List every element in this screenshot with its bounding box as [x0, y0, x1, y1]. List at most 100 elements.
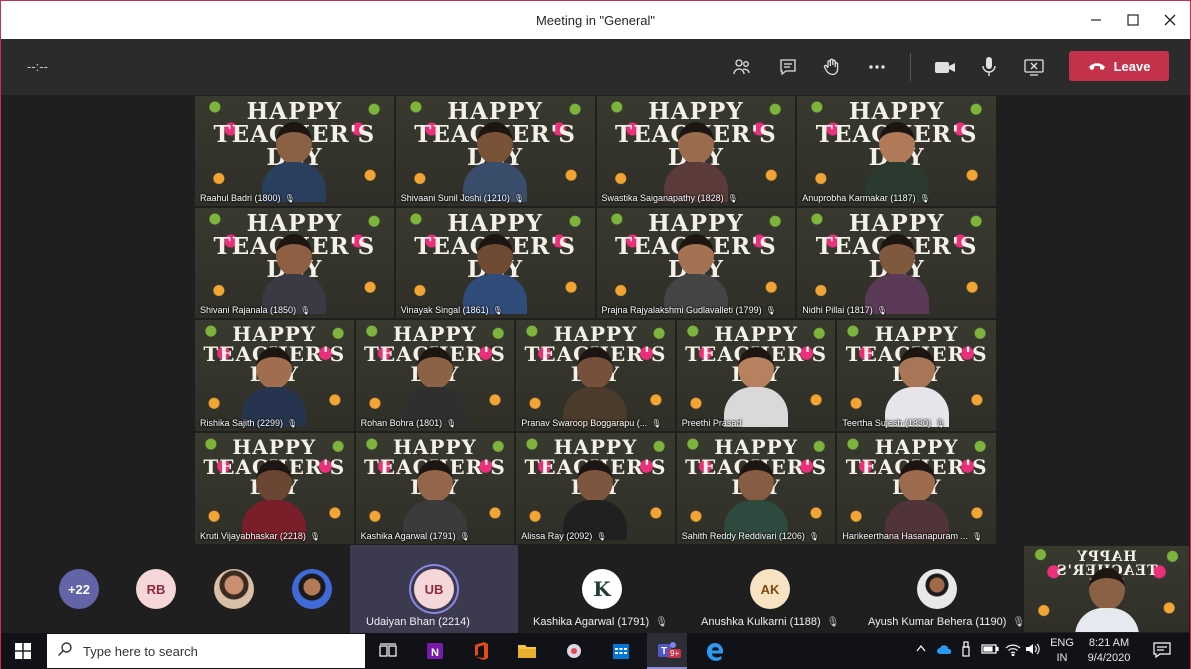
- participant-photo-1[interactable]: [214, 545, 254, 633]
- participant-strip: +22 RB UB Udaiyan Bhan (2214) K Kashika …: [1, 545, 1190, 633]
- participants-icon[interactable]: [726, 51, 758, 83]
- task-view-icon[interactable]: [368, 633, 408, 669]
- volume-icon[interactable]: [1025, 642, 1041, 659]
- participant-video-tile[interactable]: HAPPYTEACHER'SDAYKruti Vijayabhaskar (22…: [194, 432, 355, 545]
- participant-video-tile[interactable]: HAPPYTEACHER'SDAYNidhi Pillai (1817)🎙: [796, 207, 997, 319]
- participant-video-tile[interactable]: HAPPYTEACHER'SDAYAnuprobha Karmakar (118…: [796, 95, 997, 207]
- file-explorer-icon[interactable]: [507, 633, 547, 669]
- participant-video-tile[interactable]: HAPPYTEACHER'SDAYRohan Bohra (1801)🎙: [354, 319, 516, 432]
- participant-name-label: Kruti Vijayabhaskar (2218) 🎙: [200, 531, 320, 541]
- region-code: IN: [1056, 652, 1068, 664]
- participant-video-tile[interactable]: HAPPYTEACHER'SDAYPranav Swaroop Boggarap…: [515, 319, 676, 432]
- calendar-app-icon[interactable]: [601, 633, 641, 669]
- taskbar-search-box[interactable]: Type here to search: [47, 634, 365, 668]
- chat-icon[interactable]: [772, 51, 804, 83]
- participant-name: Anuprobha Karmakar (1187): [802, 193, 916, 203]
- participant-name-label: Rishika Sajith (2299) 🎙: [200, 418, 297, 428]
- maximize-icon[interactable]: [1114, 1, 1152, 39]
- active-speaker-tile[interactable]: UB Udaiyan Bhan (2214): [350, 545, 518, 633]
- overflow-count-badge[interactable]: +22: [59, 569, 99, 609]
- language-code: ENG: [1050, 637, 1074, 649]
- participant-photo-2[interactable]: [292, 545, 332, 633]
- windows-start-icon[interactable]: [3, 633, 43, 669]
- participant-video-figure: [402, 343, 467, 427]
- participant-name-label: Pranav Swaroop Boggarapu (... 🎙: [521, 418, 661, 428]
- self-view-video[interactable]: HAPPYTEACHER'SDAY: [1023, 545, 1190, 633]
- participant-name-label: Kashika Agarwal (1791) 🎙: [361, 531, 470, 541]
- wifi-icon[interactable]: [1005, 642, 1021, 659]
- onenote-icon[interactable]: N: [415, 633, 455, 669]
- participant-video-tile[interactable]: HAPPYTEACHER'SDAYShivani Rajanala (1850)…: [194, 207, 395, 319]
- onedrive-icon[interactable]: [936, 643, 952, 658]
- mic-off-icon: 🎙: [492, 306, 503, 315]
- meeting-toolbar: --:-- Leave: [1, 39, 1190, 95]
- participant-name: Prajna Rajyalakshmi Gudlavalleti (1799): [601, 305, 762, 315]
- participant-video-tile[interactable]: HAPPYTEACHER'SDAYSahith Reddy Reddivari …: [675, 432, 837, 545]
- leave-button[interactable]: Leave: [1069, 51, 1169, 81]
- participant-video-figure: [663, 230, 728, 314]
- participant-video-tile[interactable]: HAPPYTEACHER'SDAYRaahul Badri (1800)🎙: [194, 95, 395, 207]
- participant-name: Alissa Ray (2092): [521, 531, 593, 541]
- participant-video-figure: [864, 230, 929, 314]
- app-icon[interactable]: [554, 633, 594, 669]
- participant-name: Rohan Bohra (1801): [360, 418, 443, 428]
- participant-video-figure: [563, 343, 628, 427]
- avatar: UB: [414, 569, 454, 609]
- participant-name-label: Sahith Reddy Reddivari (1206) 🎙: [682, 531, 819, 541]
- participant-name: Swastika Saiganapathy (1828): [601, 193, 724, 203]
- participant-video-figure: [262, 230, 327, 314]
- participant-video-tile[interactable]: HAPPYTEACHER'SDAYKashika Agarwal (1791)🎙: [354, 432, 516, 545]
- participant-video-tile[interactable]: HAPPYTEACHER'SDAYPreethi Prasad: [675, 319, 837, 432]
- teams-meeting-window: Meeting in "General" --:-- Leave HAPPY R…: [0, 0, 1191, 669]
- participant-name-label: Harikeerthana Hasanapuram ... 🎙: [842, 531, 982, 541]
- more-options-icon[interactable]: [861, 51, 893, 83]
- teams-icon[interactable]: T 9+: [647, 633, 687, 669]
- mic-off-icon: 🎙: [727, 194, 738, 203]
- participant-video-tile[interactable]: HAPPYTEACHER'SDAYHarikeerthana Hasanapur…: [836, 432, 997, 545]
- participant-name-label: Swastika Saiganapathy (1828) 🎙: [602, 193, 738, 203]
- participant-video-tile[interactable]: HAPPYTEACHER'SDAYAlissa Ray (2092)🎙: [515, 432, 676, 545]
- input-language-indicator[interactable]: ENG IN: [1049, 637, 1075, 664]
- participant-name-label: Prajna Rajyalakshmi Gudlavalleti (1799) 🎙: [602, 305, 776, 315]
- participant-video-figure: [262, 118, 327, 202]
- participant-video-tile[interactable]: HAPPYTEACHER'SDAYTeertha Sujesh (1830)🎙: [836, 319, 997, 432]
- participant-rb[interactable]: RB: [136, 545, 176, 633]
- system-clock[interactable]: 8:21 AM 9/4/2020: [1081, 637, 1137, 664]
- participant-name: Teertha Sujesh (1830): [842, 418, 931, 428]
- participant-video-tile[interactable]: HAPPYTEACHER'SDAYShivaani Sunil Joshi (1…: [394, 95, 596, 207]
- mic-off-icon: 🎙: [934, 419, 946, 428]
- participant-video-tile[interactable]: HAPPYTEACHER'SDAYPrajna Rajyalakshmi Gud…: [595, 207, 797, 319]
- participant-name-label: Shivani Rajanala (1850) 🎙: [200, 305, 310, 315]
- search-icon: [57, 641, 73, 662]
- participant-video-tile[interactable]: HAPPYTEACHER'SDAYRishika Sajith (2299)🎙: [194, 319, 355, 432]
- camera-icon[interactable]: [929, 51, 961, 83]
- usb-icon[interactable]: [961, 641, 971, 660]
- chevron-up-icon[interactable]: [916, 643, 926, 655]
- clock-time: 8:21 AM: [1088, 637, 1130, 649]
- participant-video-tile[interactable]: HAPPYTEACHER'SDAYSwastika Saiganapathy (…: [595, 95, 797, 207]
- participant-name-label: Alissa Ray (2092) 🎙: [521, 531, 606, 541]
- clock-date: 9/4/2020: [1087, 652, 1131, 664]
- minimize-icon[interactable]: [1077, 1, 1115, 39]
- close-icon[interactable]: [1151, 1, 1189, 39]
- participant-name: Rishika Sajith (2299): [200, 418, 284, 428]
- battery-icon[interactable]: [981, 643, 999, 658]
- participant-video-tile[interactable]: HAPPYTEACHER'SDAYVinayak Singal (1861)🎙: [394, 207, 596, 319]
- mic-off-icon: 🎙: [651, 419, 662, 428]
- overflow-participants[interactable]: +22: [59, 545, 99, 633]
- share-screen-icon[interactable]: [1018, 51, 1050, 83]
- office-icon[interactable]: [461, 633, 501, 669]
- mic-off-icon: 🎙: [287, 419, 298, 428]
- participant-video-figure: [463, 118, 528, 202]
- participant-name-label: Shivaani Sunil Joshi (1210) 🎙: [401, 193, 524, 203]
- participant-name: Anushka Kulkarni (1188) 🎙: [701, 616, 840, 628]
- title-bar: Meeting in "General": [1, 1, 1190, 39]
- microphone-icon[interactable]: [973, 51, 1005, 83]
- participant-name: Shivani Rajanala (1850): [200, 305, 297, 315]
- participant-name: Vinayak Singal (1861): [400, 305, 489, 315]
- edge-icon[interactable]: [695, 633, 735, 669]
- svg-text:T: T: [661, 646, 667, 657]
- participant-video-figure: [563, 456, 628, 540]
- raise-hand-icon[interactable]: [816, 51, 848, 83]
- action-center-icon[interactable]: [1153, 642, 1171, 661]
